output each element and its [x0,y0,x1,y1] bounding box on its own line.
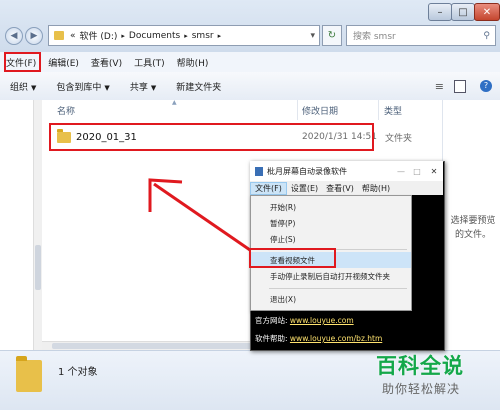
arrow-annotation [148,178,251,252]
item-count: 1 个对象 [58,367,98,378]
close-button[interactable]: ✕ [474,3,500,21]
menu-item-pause[interactable]: 暂停(P) [251,215,411,231]
view-options-icon[interactable]: ≡ [435,80,444,93]
search-placeholder: 搜索 smsr [353,32,396,42]
menu-help[interactable]: 帮助(H) [171,56,215,69]
search-input[interactable]: 搜索 smsr ⚲ [346,25,496,46]
preview-pane-icon[interactable] [454,79,466,93]
view-video-highlight [249,248,336,268]
breadcrumb-documents[interactable]: Documents [129,31,180,41]
column-header-date[interactable]: 修改日期 [302,104,338,117]
breadcrumb-separator[interactable]: ▸ [121,32,125,40]
arrow-left-icon: ◀ [10,31,18,41]
breadcrumb-separator[interactable]: ▸ [184,32,188,40]
chevron-down-icon: ▼ [104,83,110,92]
app-footer-help: 软件帮助: www.louyue.com/bz.htm [255,334,383,343]
scroll-thumb[interactable] [35,245,41,290]
menu-edit[interactable]: 编辑(E) [42,56,85,69]
app-menu-file[interactable]: 文件(F) [250,181,287,195]
new-folder-button[interactable]: 新建文件夹 [166,80,231,93]
app-footer-website: 官方网站: www.louyue.com [255,316,354,325]
file-type: 文件夹 [385,133,413,144]
minimize-button[interactable]: – [428,3,452,21]
chevron-down-icon: ▼ [31,83,37,92]
chevron-down-icon: ▼ [150,83,157,92]
app-menu-settings[interactable]: 设置(E) [287,183,322,194]
watermark-title: 百科全说 [376,354,464,378]
menu-item-exit[interactable]: 退出(X) [251,291,411,307]
app-logo-icon [255,166,263,176]
app-menu-help[interactable]: 帮助(H) [358,183,394,194]
sort-arrow-icon: ▲ [172,99,177,106]
address-dropdown[interactable]: ▾ [310,31,315,41]
menu-item-auto-open-folder[interactable]: 手动停止录制后自动打开视频文件夹 [251,268,411,284]
help-icon[interactable]: ? [480,80,492,92]
preview-pane: 选择要预览的文件。 [442,100,500,350]
menu-tools[interactable]: 工具(T) [128,56,171,69]
refresh-icon: ↻ [327,30,337,41]
menu-divider [269,288,407,289]
close-button[interactable]: ✕ [425,167,443,176]
search-icon: ⚲ [483,30,490,41]
breadcrumb-drive[interactable]: 软件 (D:) [80,29,118,42]
folder-row-highlight [49,123,374,151]
breadcrumb-prefix[interactable]: « [70,31,76,41]
menu-view[interactable]: 查看(V) [85,56,128,69]
app-titlebar: 枇月屏幕自动录像软件 — □ ✕ [250,161,443,182]
folder-icon [16,356,42,392]
menu-item-stop[interactable]: 停止(S) [251,231,411,247]
app-menu-view[interactable]: 查看(V) [322,183,358,194]
folder-icon [54,31,64,40]
menu-item-start[interactable]: 开始(R) [251,199,411,215]
forward-button[interactable]: ▶ [25,27,43,45]
arrow-icon [148,178,251,252]
app-title: 枇月屏幕自动录像软件 [267,166,347,176]
address-bar[interactable]: « 软件 (D:) ▸ Documents ▸ smsr ▸ ▾ [48,25,320,46]
breadcrumb-separator[interactable]: ▸ [218,32,222,40]
arrow-right-icon: ▶ [30,31,38,41]
preview-message: 选择要预览的文件。 [450,216,496,240]
organize-button[interactable]: 组织 ▼ [0,80,46,93]
refresh-button[interactable]: ↻ [322,25,342,46]
share-button[interactable]: 共享 ▼ [120,80,166,93]
command-bar: 组织 ▼ 包含到库中 ▼ 共享 ▼ 新建文件夹 ≡ ? [0,72,500,101]
app-menu-bar: 文件(F) 设置(E) 查看(V) 帮助(H) [250,181,443,195]
column-header-name[interactable]: 名称 [57,104,75,117]
menu-bar: 文件(F) 编辑(E) 查看(V) 工具(T) 帮助(H) [0,52,500,72]
column-divider[interactable] [297,100,298,120]
maximize-button[interactable]: □ [409,167,425,176]
help-link[interactable]: www.louyue.com/bz.htm [290,334,382,343]
website-link[interactable]: www.louyue.com [290,316,354,325]
minimize-button[interactable]: — [393,167,409,176]
maximize-button[interactable]: □ [451,3,475,21]
column-header-type[interactable]: 类型 [384,104,402,117]
back-button[interactable]: ◀ [5,27,23,45]
include-library-button[interactable]: 包含到库中 ▼ [46,80,119,93]
breadcrumb-smsr[interactable]: smsr [192,31,214,41]
file-menu-highlight [4,52,41,72]
watermark-subtitle: 助你轻松解决 [382,382,461,396]
column-divider[interactable] [378,100,379,120]
